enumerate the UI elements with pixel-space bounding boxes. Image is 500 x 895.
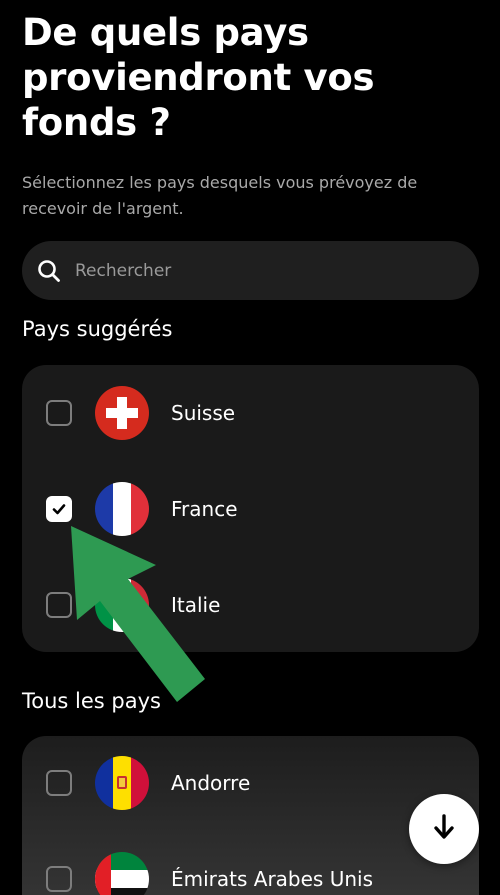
checkbox-france[interactable] [46, 496, 72, 522]
all-countries-heading: Tous les pays [22, 689, 161, 713]
france-flag-icon [95, 482, 149, 536]
title-line-3: fonds ? [22, 101, 171, 144]
search-input[interactable]: Rechercher [75, 261, 171, 281]
country-label: Émirats Arabes Unis [171, 867, 374, 891]
search-icon [36, 258, 62, 284]
italy-flag-icon [95, 578, 149, 632]
country-row-emirats[interactable]: Émirats Arabes Unis [22, 844, 479, 895]
country-label: Andorre [171, 771, 251, 795]
title-line-1: De quels pays [22, 11, 309, 54]
switzerland-flag-icon [95, 386, 149, 440]
country-label: Italie [171, 593, 221, 617]
suggested-countries-heading: Pays suggérés [22, 317, 173, 341]
country-label: Suisse [171, 401, 236, 425]
checkmark-icon [52, 504, 66, 515]
country-row-italie[interactable]: Italie [22, 570, 479, 640]
country-label: France [171, 497, 238, 521]
scroll-down-button[interactable] [409, 794, 479, 864]
andorra-flag-icon [95, 756, 149, 810]
country-row-france[interactable]: France [22, 474, 479, 544]
page-subtitle: Sélectionnez les pays desquels vous prév… [22, 173, 418, 218]
checkbox-andorre[interactable] [46, 770, 72, 796]
title-line-2: proviendront vos [22, 56, 375, 99]
country-row-andorre[interactable]: Andorre [22, 748, 479, 818]
checkbox-suisse[interactable] [46, 400, 72, 426]
checkbox-emirats[interactable] [46, 866, 72, 892]
search-field[interactable]: Rechercher [22, 241, 479, 300]
page-title: De quels pays proviendront vos fonds ? [22, 10, 482, 145]
checkbox-italie[interactable] [46, 592, 72, 618]
country-row-suisse[interactable]: Suisse [22, 378, 479, 448]
uae-flag-icon [95, 852, 149, 895]
suggested-countries-list: Suisse France Italie [22, 365, 479, 652]
arrow-down-icon [432, 813, 456, 845]
